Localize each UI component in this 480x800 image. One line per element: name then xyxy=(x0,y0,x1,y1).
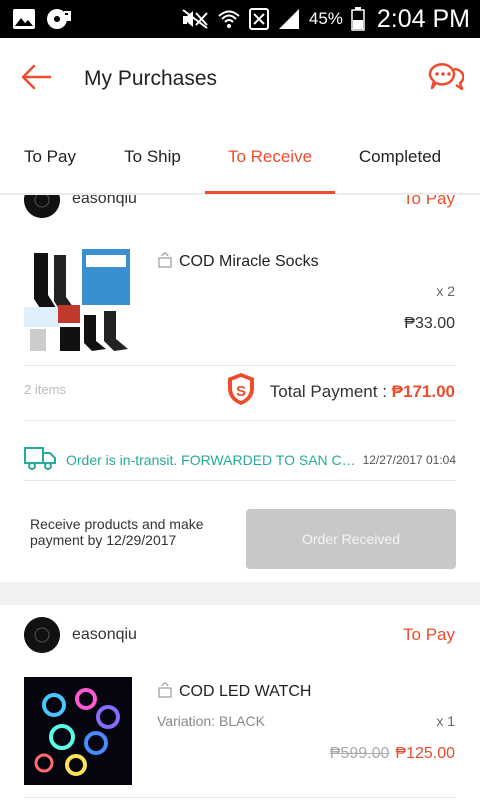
tab-completed[interactable]: Completed xyxy=(335,120,465,194)
back-button[interactable] xyxy=(0,38,72,120)
shop-name: easonqiu xyxy=(72,195,137,207)
product-title-text: COD LED WATCH xyxy=(179,682,312,700)
shop-row[interactable]: easonqiu To Pay xyxy=(0,617,480,657)
product-thumbnail[interactable] xyxy=(24,677,132,785)
signal-icon xyxy=(277,8,301,30)
items-count: 2 items xyxy=(24,382,66,397)
divider xyxy=(24,420,456,421)
divider xyxy=(24,480,456,481)
shipping-status-row[interactable]: Order is in-transit. FORWARDED TO SAN CA… xyxy=(24,440,456,480)
discounted-price: ₱125.00 xyxy=(395,745,455,762)
tab-to-receive[interactable]: To Receive xyxy=(205,120,335,194)
receive-deadline-note: Receive products and make payment by 12/… xyxy=(30,516,204,548)
sim-icon xyxy=(248,8,269,30)
cod-badge-icon xyxy=(157,250,173,273)
wifi-icon xyxy=(217,8,241,30)
product-price: ₱599.00 ₱125.00 xyxy=(330,745,455,763)
product-variation: Variation: BLACK xyxy=(157,713,265,729)
image-icon xyxy=(12,8,36,30)
order-received-button[interactable]: Order Received xyxy=(246,509,456,569)
shield-icon: S xyxy=(226,372,256,411)
product-title[interactable]: COD Miracle Socks xyxy=(157,250,319,273)
clock: 2:04 PM xyxy=(376,4,470,33)
order-status: To Pay xyxy=(403,625,455,644)
chat-button[interactable] xyxy=(410,38,480,120)
tab-bar: To Pay To Ship To Receive Completed xyxy=(0,120,480,194)
total-payment-value: ₱171.00 xyxy=(391,381,455,401)
delivery-truck-icon xyxy=(24,445,56,476)
product-quantity: x 1 xyxy=(436,713,455,729)
mute-icon xyxy=(181,8,209,30)
cod-badge-icon xyxy=(157,680,173,703)
order-card: easonqiu To Pay COD LED WATCH Variation:… xyxy=(0,605,480,800)
chat-bubbles-icon xyxy=(426,61,465,98)
shipping-status-time: 12/27/2017 01:04 xyxy=(362,453,456,467)
page-title: My Purchases xyxy=(84,67,218,90)
product-title-text: COD Miracle Socks xyxy=(179,252,319,270)
product-quantity: x 2 xyxy=(436,283,455,299)
divider xyxy=(24,365,456,366)
battery-percent: 45% xyxy=(308,9,343,28)
total-payment: S Total Payment : ₱171.00 xyxy=(226,372,455,411)
product-thumbnail[interactable] xyxy=(24,245,132,353)
original-price: ₱599.00 xyxy=(329,745,390,762)
total-payment-label: Total Payment : ₱171.00 xyxy=(269,381,455,401)
order-card: easonqiu To Pay COD Miracle Socks x 2 ₱3… xyxy=(0,195,480,582)
order-status: To Pay xyxy=(403,195,455,208)
status-bar: 45% 2:04 PM xyxy=(0,0,480,38)
tab-to-ship[interactable]: To Ship xyxy=(100,120,205,194)
shop-row[interactable]: easonqiu To Pay xyxy=(0,195,480,220)
avatar xyxy=(24,617,60,653)
shop-name: easonqiu xyxy=(72,626,137,643)
product-title[interactable]: COD LED WATCH xyxy=(157,680,311,703)
shipping-status-text: Order is in-transit. FORWARDED TO SAN CA… xyxy=(66,452,356,468)
product-price: ₱33.00 xyxy=(404,315,455,332)
tab-to-pay[interactable]: To Pay xyxy=(0,120,100,194)
svg-text:S: S xyxy=(236,383,246,400)
music-record-icon xyxy=(46,8,72,30)
divider xyxy=(24,797,456,798)
active-tab-indicator xyxy=(205,191,335,194)
avatar xyxy=(24,195,60,218)
arrow-left-icon xyxy=(20,63,52,96)
battery-icon xyxy=(351,7,365,31)
order-list[interactable]: easonqiu To Pay COD Miracle Socks x 2 ₱3… xyxy=(0,195,480,800)
app-header: My Purchases xyxy=(0,38,480,120)
